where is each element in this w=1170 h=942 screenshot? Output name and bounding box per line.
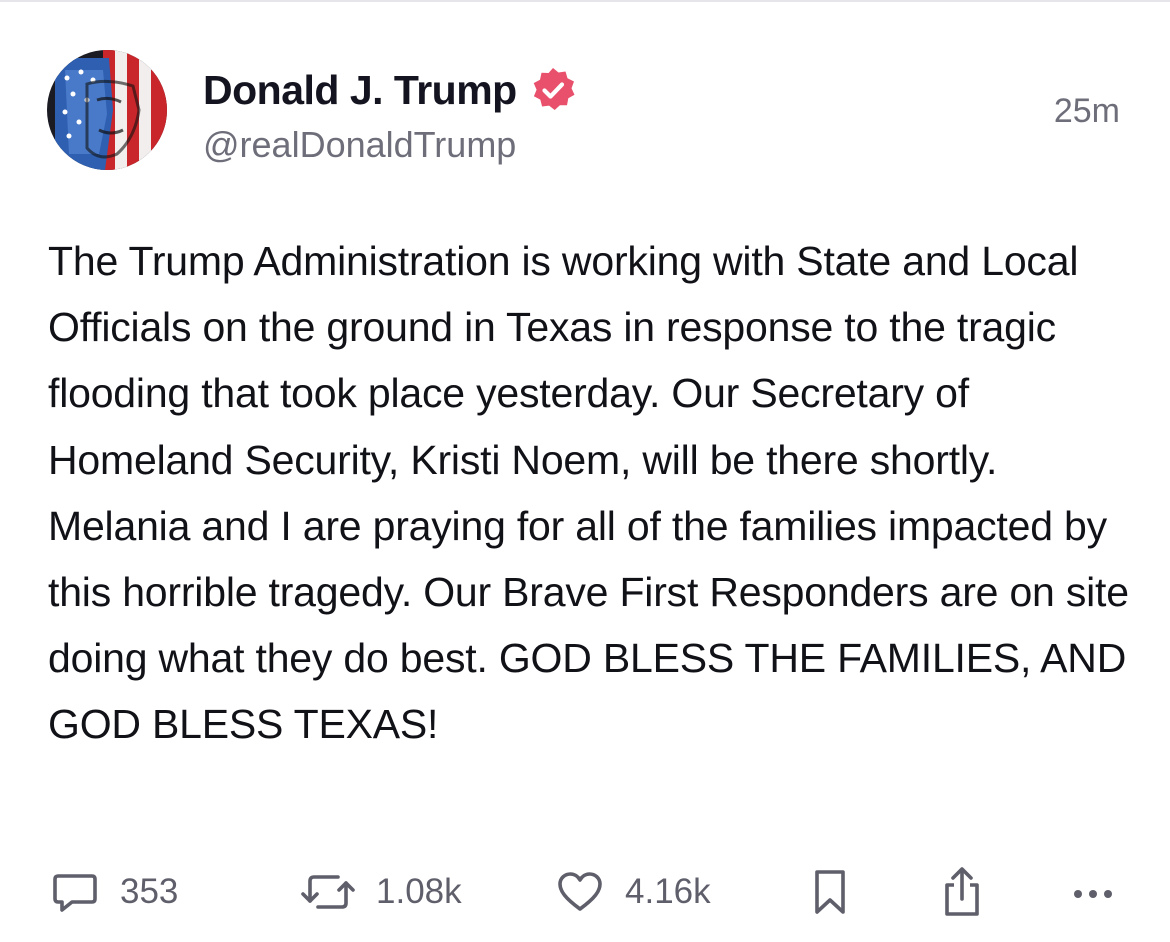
reply-button[interactable]: 353 (50, 862, 178, 922)
post-action-bar: 353 1.08k 4.16k (0, 862, 1170, 922)
more-options-button[interactable] (1068, 862, 1118, 922)
more-dots-icon (1074, 890, 1112, 898)
like-button[interactable]: 4.16k (555, 862, 711, 922)
repost-button[interactable]: 1.08k (300, 862, 462, 922)
bookmark-icon (815, 870, 845, 914)
top-divider (0, 0, 1170, 2)
author-display-name[interactable]: Donald J. Trump (203, 67, 517, 114)
share-upload-icon (945, 867, 979, 916)
reply-count: 353 (120, 872, 179, 911)
post-timestamp[interactable]: 25m (1054, 92, 1120, 131)
repost-count: 1.08k (376, 872, 462, 911)
bookmark-button[interactable] (810, 862, 850, 922)
heart-icon (558, 872, 602, 911)
avatar-image (47, 50, 167, 170)
speech-bubble-icon (53, 874, 97, 912)
author-handle[interactable]: @realDonaldTrump (203, 124, 516, 166)
repost-arrows-icon (301, 875, 355, 909)
share-button[interactable] (940, 862, 984, 922)
author-name-row: Donald J. Trump (203, 62, 577, 118)
like-count: 4.16k (625, 872, 711, 911)
verified-badge-icon (529, 66, 577, 114)
avatar[interactable] (47, 50, 167, 170)
post-body-text: The Trump Administration is working with… (48, 238, 1129, 748)
